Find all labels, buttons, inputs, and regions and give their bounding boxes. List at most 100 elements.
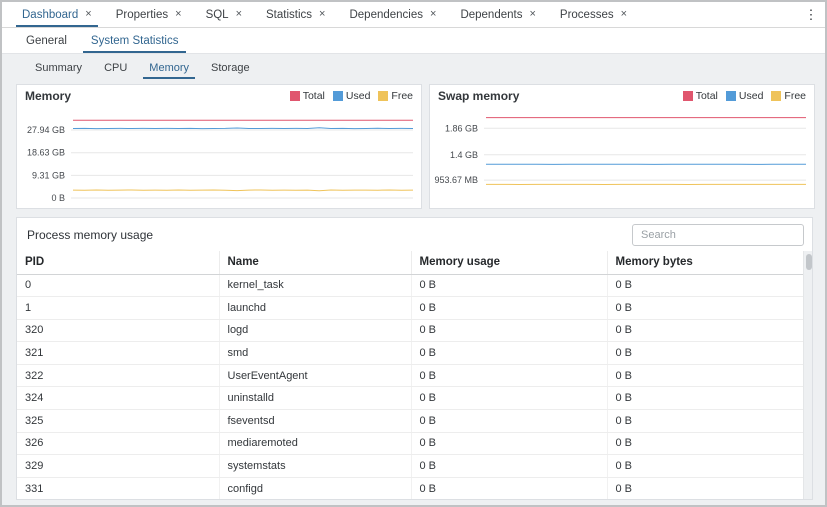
tab-processes[interactable]: Processes× (548, 2, 639, 27)
table-cell: launchd (219, 297, 411, 320)
tab-label: Statistics (266, 9, 312, 21)
table-cell: 329 (17, 455, 219, 478)
swap-memory-chart-panel: Swap memory TotalUsedFree 1.86 GB1.4 GB9… (429, 84, 815, 209)
memory-line-chart: 27.94 GB18.63 GB9.31 GB0 B (17, 104, 421, 208)
table-row[interactable]: 321smd0 B0 B (17, 342, 803, 365)
table-row[interactable]: 322UserEventAgent0 B0 B (17, 364, 803, 387)
table-scrollbar[interactable] (803, 251, 812, 499)
close-icon[interactable]: × (319, 9, 325, 20)
process-memory-usage-panel: Process memory usage PIDNameMemory usage… (16, 217, 813, 500)
process-table-title: Process memory usage (27, 228, 153, 242)
tab-label: Dependencies (349, 9, 423, 21)
legend-swatch-total (290, 91, 300, 101)
table-cell: 0 B (607, 319, 803, 342)
swap-chart-header: Swap memory TotalUsedFree (430, 85, 814, 104)
table-row[interactable]: 1launchd0 B0 B (17, 297, 803, 320)
table-cell: uninstalld (219, 387, 411, 410)
tab-dependents[interactable]: Dependents× (448, 2, 547, 27)
table-cell: 325 (17, 410, 219, 433)
memory-chart-header: Memory TotalUsedFree (17, 85, 421, 104)
legend-item-used: Used (726, 90, 764, 102)
tab-label: Storage (211, 62, 250, 74)
table-row[interactable]: 325fseventsd0 B0 B (17, 410, 803, 433)
tab-label: Dashboard (22, 9, 78, 21)
pgadmin-dashboard-window: Dashboard×Properties×SQL×Statistics×Depe… (0, 0, 827, 507)
table-row[interactable]: 326mediaremoted0 B0 B (17, 432, 803, 455)
tab-properties[interactable]: Properties × (104, 2, 194, 27)
table-cell: 0 B (411, 274, 607, 297)
process-table-toolbar: Process memory usage (17, 218, 812, 251)
close-icon[interactable]: × (236, 9, 242, 20)
tab-label: Properties (116, 9, 168, 21)
tab-dashboard[interactable]: Dashboard × (10, 2, 104, 27)
tab-label: System Statistics (91, 35, 179, 47)
table-cell: mediaremoted (219, 432, 411, 455)
close-icon[interactable]: × (175, 9, 181, 20)
table-cell: 0 B (607, 432, 803, 455)
tab-summary[interactable]: Summary (24, 56, 93, 80)
swap-line-chart: 1.86 GB1.4 GB953.67 MB (430, 104, 814, 208)
table-row[interactable]: 324uninstalld0 B0 B (17, 387, 803, 410)
table-cell: 0 B (411, 319, 607, 342)
table-cell: smd (219, 342, 411, 365)
legend-item-free: Free (378, 90, 413, 102)
tab-sql[interactable]: SQL× (194, 2, 254, 27)
table-row[interactable]: 331configd0 B0 B (17, 477, 803, 499)
search-input[interactable] (632, 224, 804, 246)
main-tab-bar: Dashboard×Properties×SQL×Statistics×Depe… (2, 2, 825, 28)
column-header-memory-bytes[interactable]: Memory bytes (607, 251, 803, 274)
table-cell: 0 B (607, 342, 803, 365)
table-row[interactable]: 0kernel_task0 B0 B (17, 274, 803, 297)
table-scrollbar-thumb[interactable] (806, 254, 812, 270)
tab-system-statistics[interactable]: System Statistics (79, 28, 191, 53)
table-cell: 0 B (411, 432, 607, 455)
table-row[interactable]: 320logd0 B0 B (17, 319, 803, 342)
table-cell: 0 B (607, 477, 803, 499)
process-table: PIDNameMemory usageMemory bytes 0kernel_… (17, 251, 803, 499)
memory-chart-panel: Memory TotalUsedFree 27.94 GB18.63 GB9.3… (16, 84, 422, 209)
table-cell: 326 (17, 432, 219, 455)
tab-statistics[interactable]: Statistics × (254, 2, 337, 27)
kebab-menu-icon[interactable]: ⋮ (797, 2, 825, 27)
y-tick-label: 0 B (51, 193, 65, 203)
legend-swatch-free (378, 91, 388, 101)
table-cell: 324 (17, 387, 219, 410)
process-table-header-row: PIDNameMemory usageMemory bytes (17, 251, 803, 274)
table-cell: 322 (17, 364, 219, 387)
y-tick-label: 1.4 GB (450, 150, 478, 160)
legend-label: Free (784, 90, 806, 102)
legend-label: Used (346, 90, 371, 102)
column-header-pid[interactable]: PID (17, 251, 219, 274)
legend-label: Total (696, 90, 718, 102)
legend-swatch-free (771, 91, 781, 101)
close-icon[interactable]: × (529, 9, 535, 20)
close-icon[interactable]: × (621, 9, 627, 20)
column-header-memory-usage[interactable]: Memory usage (411, 251, 607, 274)
table-cell: 331 (17, 477, 219, 499)
table-cell: 0 B (411, 477, 607, 499)
charts-row: Memory TotalUsedFree 27.94 GB18.63 GB9.3… (16, 84, 813, 209)
tab-general[interactable]: General (14, 28, 79, 53)
column-header-name[interactable]: Name (219, 251, 411, 274)
tab-storage[interactable]: Storage (200, 56, 261, 80)
legend-swatch-used (333, 91, 343, 101)
table-cell: 0 B (411, 297, 607, 320)
close-icon[interactable]: × (85, 9, 91, 20)
table-cell: 321 (17, 342, 219, 365)
close-icon[interactable]: × (430, 9, 436, 20)
table-cell: 0 (17, 274, 219, 297)
tab-cpu[interactable]: CPU (93, 56, 138, 80)
y-tick-label: 18.63 GB (27, 148, 65, 158)
y-tick-label: 1.86 GB (445, 123, 478, 133)
tab-dependencies[interactable]: Dependencies × (337, 2, 448, 27)
legend-item-total: Total (683, 90, 718, 102)
memory-chart-legend: TotalUsedFree (290, 90, 413, 102)
tab-memory[interactable]: Memory (138, 56, 200, 80)
table-row[interactable]: 329systemstats0 B0 B (17, 455, 803, 478)
tab-label: General (26, 35, 67, 47)
table-cell: 0 B (411, 364, 607, 387)
tab-label: Memory (149, 62, 189, 74)
table-cell: 1 (17, 297, 219, 320)
table-cell: logd (219, 319, 411, 342)
table-cell: 0 B (607, 274, 803, 297)
